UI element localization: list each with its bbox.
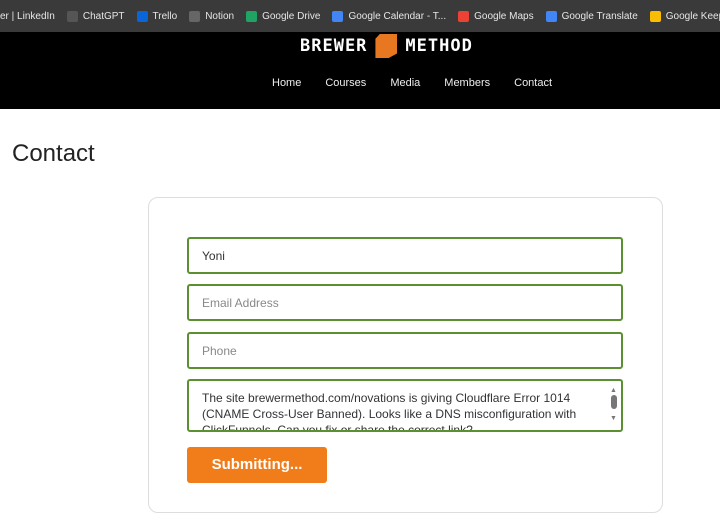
bookmark-label: Google Maps — [474, 10, 534, 22]
nav-media[interactable]: Media — [390, 77, 420, 89]
bookmark-label: Trello — [152, 10, 178, 22]
textarea-scrollbar[interactable]: ▲ ▼ — [609, 383, 619, 427]
message-textarea[interactable]: The site brewermethod.com/novations is g… — [187, 379, 623, 432]
bookmark-google-translate[interactable]: Google Translate — [545, 10, 638, 22]
bookmark-label: Google Keep — [665, 10, 720, 22]
logo-mark-icon — [375, 34, 398, 58]
bookmark-label: Google Translate — [561, 10, 638, 22]
google-keep-icon — [649, 10, 661, 22]
bookmark-linkedin[interactable]: er | LinkedIn — [0, 11, 55, 22]
bookmark-google-maps[interactable]: Google Maps — [458, 10, 534, 22]
phone-field[interactable]: Phone — [187, 332, 623, 369]
logo-text-right: METHOD — [405, 36, 473, 56]
main-nav: Home Courses Media Members Contact — [272, 77, 552, 89]
chatgpt-icon — [66, 10, 78, 22]
page-title: Contact — [12, 140, 95, 167]
bookmark-label: Google Drive — [262, 10, 321, 22]
bookmark-label: er | LinkedIn — [0, 10, 55, 22]
site-header: BREWER METHOD Home Courses Media Members… — [0, 32, 720, 109]
google-drive-icon — [246, 10, 258, 22]
nav-home[interactable]: Home — [272, 77, 301, 89]
bookmark-label: Google Calendar - T... — [348, 10, 447, 22]
google-translate-icon — [545, 10, 557, 22]
nav-courses[interactable]: Courses — [325, 77, 366, 89]
logo-text-left: BREWER — [300, 36, 368, 56]
bookmark-notion[interactable]: Notion — [189, 10, 235, 22]
email-field[interactable]: Email Address — [187, 284, 623, 321]
logo[interactable]: BREWER METHOD — [300, 34, 473, 58]
nav-contact[interactable]: Contact — [514, 77, 552, 89]
bookmark-label: Notion — [205, 10, 235, 22]
bookmark-label: ChatGPT — [82, 10, 125, 22]
bookmarks-bar: er | LinkedIn ChatGPT Trello Notion Google D… — [0, 0, 720, 32]
bookmark-google-drive[interactable]: Google Drive — [246, 10, 321, 22]
google-maps-icon — [458, 10, 470, 22]
trello-icon — [136, 10, 148, 22]
submit-button[interactable]: Submitting... — [187, 447, 327, 483]
google-calendar-icon — [332, 10, 344, 22]
name-field[interactable]: Yoni — [187, 237, 623, 274]
bookmark-google-keep[interactable]: Google Keep — [649, 10, 720, 22]
notion-icon — [189, 10, 201, 22]
scroll-down-icon[interactable]: ▼ — [610, 411, 617, 427]
nav-members[interactable]: Members — [444, 77, 490, 89]
bookmark-trello[interactable]: Trello — [136, 10, 178, 22]
scroll-thumb[interactable] — [611, 395, 617, 409]
bookmark-google-calendar[interactable]: Google Calendar - T... — [332, 10, 447, 22]
message-text: The site brewermethod.com/novations is g… — [202, 391, 577, 432]
bookmark-chatgpt[interactable]: ChatGPT — [66, 10, 125, 22]
